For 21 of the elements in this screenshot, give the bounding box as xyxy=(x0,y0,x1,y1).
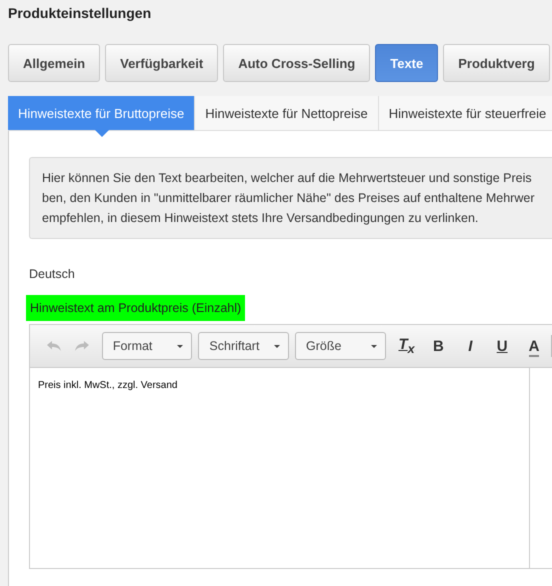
italic-button[interactable]: I xyxy=(459,334,482,358)
info-text: ben, den Kunden in "unmittelbarer räumlicher Nähe" des Preises auf enthaltene Mehrwer xyxy=(42,190,536,207)
tab[interactable]: Auto Cross-Selling xyxy=(223,44,370,82)
tab[interactable]: Allgemein xyxy=(8,44,100,82)
field-label: Hinweistext am Produktpreis (Einzahl) xyxy=(26,295,246,321)
dropdown[interactable]: Schriftart xyxy=(198,332,289,360)
text-color-button[interactable]: A xyxy=(523,334,545,358)
editor-area[interactable]: Preis inkl. MwSt., zzgl. Versand xyxy=(30,368,530,568)
underline-button[interactable]: U xyxy=(491,334,514,358)
dropdown[interactable]: Format xyxy=(102,332,192,360)
info-text: empfehlen, in diesem Hinweistext stets Ihre Versandbedingungen zu verlinken. xyxy=(42,210,480,227)
language-label: Deutsch xyxy=(29,267,76,281)
subtab[interactable]: Hinweistexte für Bruttopreise xyxy=(8,96,196,130)
tab[interactable]: Produktverg xyxy=(443,44,550,82)
dropdown[interactable]: Größe xyxy=(295,332,386,360)
page-title: Produkteinstellungen xyxy=(7,4,152,23)
info-text: Hier können Sie den Text bearbeiten, welcher auf die Mehrwertsteuer und sonstige Preis xyxy=(42,170,533,187)
clear-format-button[interactable]: T$_{x}$ xyxy=(396,334,418,358)
bold-button[interactable]: B xyxy=(427,334,450,358)
editor-text: Preis inkl. MwSt., zzgl. Versand xyxy=(38,380,178,391)
tab[interactable]: Verfügbarkeit xyxy=(105,44,218,82)
